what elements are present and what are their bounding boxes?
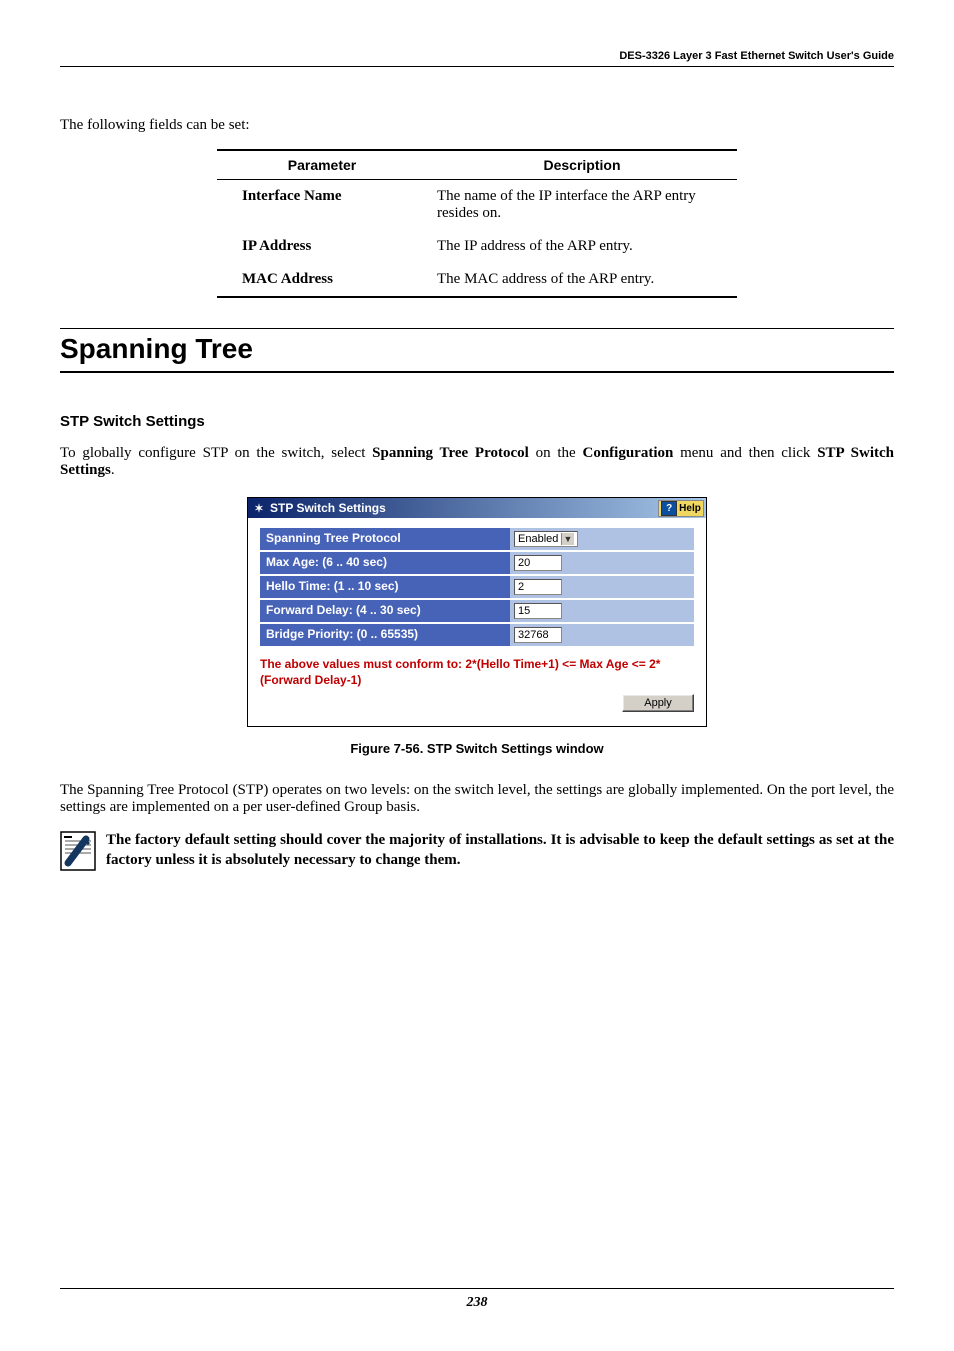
window-icon: ✶ xyxy=(252,502,266,515)
text-fragment: on the xyxy=(529,445,583,461)
stp-enabled-select[interactable]: Enabled ▼ xyxy=(514,531,578,547)
bridge-priority-input[interactable]: 32768 xyxy=(514,627,562,643)
param-name: MAC Address xyxy=(217,263,427,297)
window-titlebar: ✶ STP Switch Settings ? Help xyxy=(248,498,706,518)
stp-row: Bridge Priority: (0 .. 65535) 32768 xyxy=(260,624,694,646)
window-title: STP Switch Settings xyxy=(270,501,658,515)
constraint-note: The above values must conform to: 2*(Hel… xyxy=(260,656,694,688)
note-block: The factory default setting should cover… xyxy=(60,831,894,871)
field-label: Forward Delay: (4 .. 30 sec) xyxy=(260,600,510,622)
page-number: 238 xyxy=(467,1295,488,1310)
select-value: Enabled xyxy=(518,533,558,545)
chevron-down-icon: ▼ xyxy=(561,533,574,545)
intro-text: The following fields can be set: xyxy=(60,117,894,134)
table-row: IP Address The IP address of the ARP ent… xyxy=(217,230,737,263)
section-title-spanning-tree: Spanning Tree xyxy=(60,328,894,373)
field-label: Hello Time: (1 .. 10 sec) xyxy=(260,576,510,598)
bold-text: Configuration xyxy=(582,445,673,461)
page-header: DES-3326 Layer 3 Fast Ethernet Switch Us… xyxy=(60,50,894,67)
note-icon xyxy=(60,831,96,871)
param-desc: The IP address of the ARP entry. xyxy=(427,230,737,263)
text-fragment: To globally configure STP on the switch,… xyxy=(60,445,372,461)
help-icon: ? xyxy=(661,501,677,516)
param-name: Interface Name xyxy=(217,180,427,231)
field-label: Max Age: (6 .. 40 sec) xyxy=(260,552,510,574)
text-fragment: menu and then click xyxy=(673,445,817,461)
text-fragment: . xyxy=(111,462,115,478)
table-row: MAC Address The MAC address of the ARP e… xyxy=(217,263,737,297)
stp-description-paragraph: The Spanning Tree Protocol (STP) operate… xyxy=(60,782,894,816)
param-name: IP Address xyxy=(217,230,427,263)
param-desc: The MAC address of the ARP entry. xyxy=(427,263,737,297)
stp-settings-screenshot: ✶ STP Switch Settings ? Help Spanning Tr… xyxy=(247,497,707,727)
apply-button[interactable]: Apply xyxy=(622,694,694,712)
field-label: Spanning Tree Protocol xyxy=(260,528,510,550)
note-text: The factory default setting should cover… xyxy=(106,831,894,871)
stp-row: Forward Delay: (4 .. 30 sec) 15 xyxy=(260,600,694,622)
parameter-table: Parameter Description Interface Name The… xyxy=(217,149,737,298)
stp-intro-paragraph: To globally configure STP on the switch,… xyxy=(60,445,894,479)
page-footer: 238 xyxy=(60,1288,894,1311)
help-button[interactable]: ? Help xyxy=(658,500,704,517)
help-label: Help xyxy=(679,503,701,514)
col-header-description: Description xyxy=(427,150,737,180)
stp-row: Max Age: (6 .. 40 sec) 20 xyxy=(260,552,694,574)
subsection-title-stp: STP Switch Settings xyxy=(60,413,894,430)
col-header-parameter: Parameter xyxy=(217,150,427,180)
table-row: Interface Name The name of the IP interf… xyxy=(217,180,737,231)
hello-time-input[interactable]: 2 xyxy=(514,579,562,595)
stp-row: Spanning Tree Protocol Enabled ▼ xyxy=(260,528,694,550)
figure-caption: Figure 7-56. STP Switch Settings window xyxy=(60,741,894,756)
param-desc: The name of the IP interface the ARP ent… xyxy=(427,180,737,231)
forward-delay-input[interactable]: 15 xyxy=(514,603,562,619)
max-age-input[interactable]: 20 xyxy=(514,555,562,571)
stp-row: Hello Time: (1 .. 10 sec) 2 xyxy=(260,576,694,598)
field-label: Bridge Priority: (0 .. 65535) xyxy=(260,624,510,646)
bold-text: Spanning Tree Protocol xyxy=(372,445,529,461)
